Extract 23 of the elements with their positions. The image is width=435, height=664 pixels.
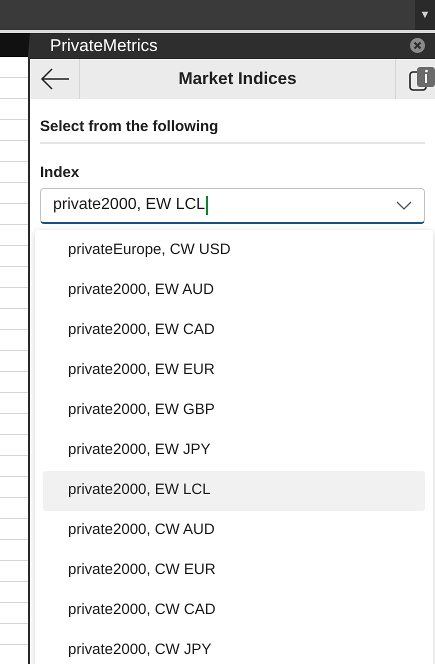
- info-icon[interactable]: [409, 66, 435, 92]
- section-heading: Select from the following: [40, 116, 425, 144]
- panel-title: PrivateMetrics: [50, 35, 158, 57]
- input-field[interactable]: private2000, EW LCL: [40, 188, 425, 224]
- dropdown-option[interactable]: private2000, CW CAD: [43, 590, 425, 630]
- dropdown-option[interactable]: private2000, CW JPY: [43, 630, 425, 664]
- dropdown-option[interactable]: private2000, EW GBP: [43, 390, 425, 430]
- input-value: private2000, EW LCL: [53, 195, 206, 215]
- close-icon[interactable]: [410, 38, 425, 54]
- dropdown-button[interactable]: ▼: [415, 0, 435, 30]
- dropdown-option[interactable]: private2000, CW EUR: [43, 550, 425, 590]
- dropdown-option[interactable]: private2000, CW AUD: [43, 510, 425, 550]
- header-title: Market Indices: [177, 68, 298, 90]
- dropdown-option[interactable]: private2000, EW JPY: [43, 430, 425, 470]
- field-label: Index: [40, 163, 80, 183]
- back-arrow-icon[interactable]: [40, 68, 70, 90]
- dropdown-option[interactable]: private2000, EW CAD: [43, 310, 425, 350]
- chevron-down-icon[interactable]: [396, 200, 412, 210]
- dropdown-option[interactable]: private2000, EW AUD: [43, 270, 425, 310]
- text-cursor: [206, 196, 208, 214]
- dropdown-option[interactable]: private2000, EW EUR: [43, 350, 425, 390]
- dropdown-option[interactable]: private2000, EW LCL: [43, 470, 425, 510]
- dropdown-option[interactable]: privateEurope, CW USD: [43, 230, 425, 270]
